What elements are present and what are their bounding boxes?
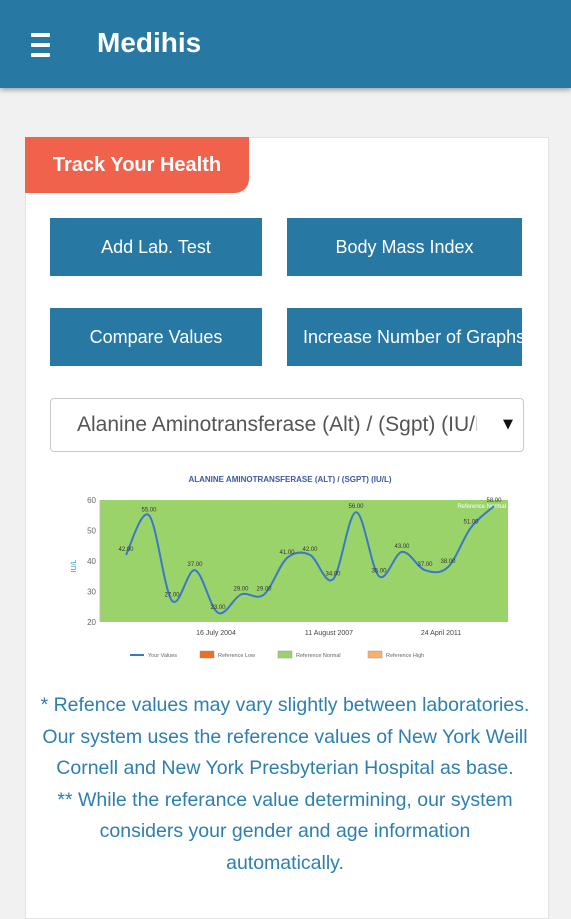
data-label: 42.00 xyxy=(302,547,318,553)
add-lab-test-button[interactable]: Add Lab. Test xyxy=(50,218,262,276)
app-bar: Medihis xyxy=(0,0,571,88)
x-tick-label: 16 July 2004 xyxy=(196,630,236,637)
y-tick-label: 50 xyxy=(87,527,96,536)
reference-note-1: * Refence values may vary slightly betwe… xyxy=(40,694,530,779)
reference-band-label: Reference Normal xyxy=(457,504,506,510)
y-tick-label: 30 xyxy=(87,588,96,597)
data-label: 55.00 xyxy=(141,507,157,513)
reference-note-2: ** While the referance value determining… xyxy=(57,788,513,874)
data-label: 37.00 xyxy=(417,562,433,568)
x-tick-label: 11 August 2007 xyxy=(305,630,353,637)
body-mass-index-button[interactable]: Body Mass Index xyxy=(287,218,522,276)
y-tick-label: 40 xyxy=(87,557,96,566)
legend-swatch xyxy=(199,650,215,659)
chart-title: ALANINE AMINOTRANSFERASE (ALT) / (SGPT) … xyxy=(188,475,391,484)
y-tick-label: 20 xyxy=(87,618,96,627)
data-label: 56.00 xyxy=(348,504,364,510)
data-label: 34.00 xyxy=(325,571,341,577)
data-label: 41.00 xyxy=(279,550,295,556)
data-label: 23.00 xyxy=(210,605,226,611)
lab-test-select-value: Alanine Aminotransferase (Alt) / (Sgpt) … xyxy=(77,413,477,436)
increase-graphs-button[interactable]: Increase Number of Graphs xyxy=(287,308,522,366)
data-label: 27.00 xyxy=(164,593,180,599)
data-label: 35.00 xyxy=(371,568,387,574)
legend-label: Reference Normal xyxy=(296,653,341,659)
legend-swatch xyxy=(367,650,383,659)
data-label: 29.00 xyxy=(233,587,249,593)
y-axis-label: IU/L xyxy=(71,559,78,572)
compare-values-button[interactable]: Compare Values xyxy=(50,308,262,366)
section-title: Track Your Health xyxy=(25,137,249,193)
lab-test-select[interactable]: Alanine Aminotransferase (Alt) / (Sgpt) … xyxy=(50,398,524,452)
legend-label: Reference High xyxy=(386,653,424,659)
data-label: 51.00 xyxy=(463,519,479,525)
app-title: Medihis xyxy=(97,27,202,58)
reference-notes: * Refence values may vary slightly betwe… xyxy=(40,690,530,879)
data-label: 38.00 xyxy=(440,559,456,565)
hamburger-menu-icon[interactable] xyxy=(31,33,50,57)
lab-value-chart: ALANINE AMINOTRANSFERASE (ALT) / (SGPT) … xyxy=(71,475,508,659)
dropdown-arrow-icon[interactable]: ▼ xyxy=(503,399,513,451)
data-label: 37.00 xyxy=(187,562,203,568)
data-label: 43.00 xyxy=(394,544,410,550)
legend-swatch xyxy=(277,650,293,659)
x-tick-label: 24 April 2011 xyxy=(421,630,461,637)
data-label: 58.00 xyxy=(486,498,502,504)
data-label: 29.00 xyxy=(256,587,272,593)
legend-label: Reference Low xyxy=(218,653,255,659)
data-label: 42.00 xyxy=(118,547,134,553)
y-tick-label: 60 xyxy=(87,496,96,505)
legend-label: Your Values xyxy=(148,653,177,659)
